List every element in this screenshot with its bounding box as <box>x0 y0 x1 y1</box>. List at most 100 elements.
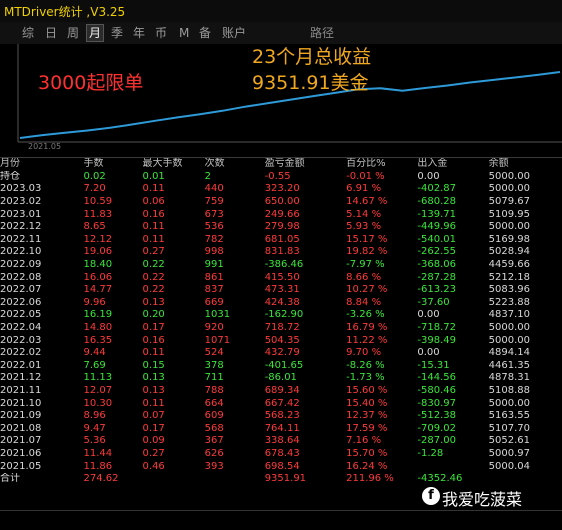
cell-col-0: 2022.05 <box>0 309 42 321</box>
cell-col-2: 0.11 <box>142 183 165 195</box>
cell-col-4: 249.66 <box>264 208 300 220</box>
cell-col-6: 0.00 <box>417 170 440 182</box>
cell-col-5: 15.70 % <box>346 447 388 459</box>
tab-currency[interactable]: 币 <box>153 25 169 41</box>
cell-col-2: 0.17 <box>142 322 165 334</box>
cell-col-3: 2 <box>204 170 211 182</box>
cell-col-0: 2022.10 <box>0 246 42 258</box>
tab-week[interactable]: 周 <box>65 25 81 41</box>
cell-col-2: 0.22 <box>142 271 165 283</box>
tab-day[interactable]: 日 <box>43 25 59 41</box>
cell-col-0: 月份 <box>0 158 20 170</box>
cell-col-0: 2021.11 <box>0 384 42 396</box>
headline-amount: 9351.91美金 <box>252 72 369 94</box>
cell-col-3: 524 <box>204 347 224 359</box>
tab-account[interactable]: 账户 <box>220 25 248 41</box>
cell-col-0: 2021.09 <box>0 410 42 422</box>
watermark-text: 我爱吃菠菜 <box>442 490 523 509</box>
cell-col-0: 2021.08 <box>0 422 42 434</box>
tab-notes[interactable]: 备 <box>197 25 213 41</box>
cell-col-1: 9.96 <box>83 296 106 308</box>
tab-quarter[interactable]: 季 <box>109 25 125 41</box>
cell-col-2: 0.11 <box>142 233 165 245</box>
cell-col-6: -262.55 <box>417 246 456 258</box>
cell-col-3: 837 <box>204 284 224 296</box>
cell-col-3: 991 <box>204 259 224 271</box>
cell-col-6 <box>417 460 488 473</box>
cell-col-0: 2022.03 <box>0 334 42 346</box>
cell-col-2: 0.07 <box>142 410 165 422</box>
cell-col-1: 16.19 <box>83 309 113 321</box>
cell-col-0: 2023.01 <box>0 208 42 220</box>
cell-col-1: 16.06 <box>83 271 113 283</box>
cell-col-1: 16.35 <box>83 334 113 346</box>
cell-col-1: 11.44 <box>83 447 113 459</box>
cell-col-2: 0.16 <box>142 334 165 346</box>
cell-col-7: 5052.61 <box>488 435 531 447</box>
cell-col-7: 5000.00 <box>488 322 531 334</box>
cell-col-5: -1.73 % <box>346 372 385 384</box>
cell-col-7: 5028.94 <box>488 246 531 258</box>
cell-col-4: 323.20 <box>264 183 300 195</box>
cell-col-7: 5169.98 <box>488 233 531 245</box>
table-row: 2022.12 8.65 0.11 536 279.98 5.93 % -449.96 500… <box>0 221 562 234</box>
cell-col-6: -139.71 <box>417 208 456 220</box>
cell-col-1: 18.40 <box>83 259 113 271</box>
cell-col-4: 681.05 <box>264 233 300 245</box>
cell-col-5: -0.01 % <box>346 170 385 182</box>
cell-col-3: 609 <box>204 410 224 422</box>
headline-months: 23个月总收益 <box>252 46 372 68</box>
table-row: 2022.03 16.35 0.16 1071 504.35 11.22 % -398.49… <box>0 334 562 347</box>
cell-col-5: -8.26 % <box>346 359 385 371</box>
cell-col-6: 出入金 <box>417 158 448 170</box>
table-header-row: 月份 手数 最大手数 次数 盈亏金额 百分比% 出入金 余额 <box>0 158 562 171</box>
table-row: 2022.08 16.06 0.22 861 415.50 8.66 % -287.28 52… <box>0 271 562 284</box>
cell-col-7: 4459.66 <box>488 259 531 271</box>
cell-col-1: 274.62 <box>83 473 119 485</box>
cell-col-6: -540.01 <box>417 233 456 245</box>
table-row: 2021.05 11.86 0.46 393 698.54 16.24 % 5000.04 <box>0 460 562 473</box>
table-row: 2022.05 16.19 0.20 1031 -162.90 -3.26 % 0.00 48… <box>0 309 562 322</box>
tab-year[interactable]: 年 <box>131 25 147 41</box>
table-row: 2022.11 12.12 0.11 782 681.05 15.17 % -540.01 5… <box>0 234 562 247</box>
cell-col-7: 余额 <box>488 158 509 170</box>
cell-col-0: 2021.07 <box>0 435 42 447</box>
cell-col-7: 5079.67 <box>488 196 531 208</box>
cell-col-2: 0.11 <box>142 221 165 233</box>
cell-col-4: 338.64 <box>264 435 300 447</box>
cell-col-6: -613.23 <box>417 284 456 296</box>
table-row: 2023.02 10.59 0.06 759 650.00 14.67 % -680.28 5… <box>0 196 562 209</box>
cell-col-1: 12.12 <box>83 233 113 245</box>
cell-col-2 <box>143 473 205 486</box>
cell-col-2: 0.17 <box>142 422 165 434</box>
cell-col-1: 7.69 <box>83 359 106 371</box>
cell-col-7: 5000.00 <box>488 183 531 195</box>
cell-col-1: 8.96 <box>83 410 106 422</box>
table-row: 2021.12 11.13 0.13 711 -86.01 -1.73 % -144.56 4… <box>0 372 562 385</box>
tab-m[interactable]: M <box>177 25 191 41</box>
cell-col-1: 0.02 <box>83 170 106 182</box>
monthly-stats-table: 月份 手数 最大手数 次数 盈亏金额 百分比% 出入金 余额 持仓 0.02 0.01 2 -0.55 -… <box>0 158 562 485</box>
cell-col-5: -3.26 % <box>346 309 385 321</box>
cell-col-4: -401.65 <box>264 359 304 371</box>
cell-col-3: 378 <box>204 359 224 371</box>
cell-col-0: 2022.01 <box>0 359 42 371</box>
cell-col-0: 2023.03 <box>0 183 42 195</box>
cell-col-0: 2022.04 <box>0 322 42 334</box>
tab-path[interactable]: 路径 <box>308 25 336 41</box>
cell-col-3: 782 <box>204 233 224 245</box>
title-bar: MTDriver统计 ,V3.25 <box>0 0 562 23</box>
cell-col-5: 15.17 % <box>346 233 388 245</box>
cell-col-4: 650.00 <box>264 196 300 208</box>
cell-col-6: -144.56 <box>417 372 456 384</box>
cell-col-7: 4837.10 <box>488 309 531 321</box>
cell-col-3: 568 <box>204 422 224 434</box>
holding-row: 持仓 0.02 0.01 2 -0.55 -0.01 % 0.00 5000.00 <box>0 171 562 184</box>
table-row: 2022.01 7.69 0.15 378 -401.65 -8.26 % -15.31 44… <box>0 360 562 373</box>
cell-col-3: 次数 <box>204 158 225 170</box>
tab-month[interactable]: 月 <box>86 24 105 42</box>
tab-summary[interactable]: 综 <box>20 25 36 41</box>
cell-col-3: 626 <box>204 447 224 459</box>
table-row: 2021.07 5.36 0.09 367 338.64 7.16 % -287.00 505… <box>0 435 562 448</box>
cell-col-3: 367 <box>204 435 224 447</box>
